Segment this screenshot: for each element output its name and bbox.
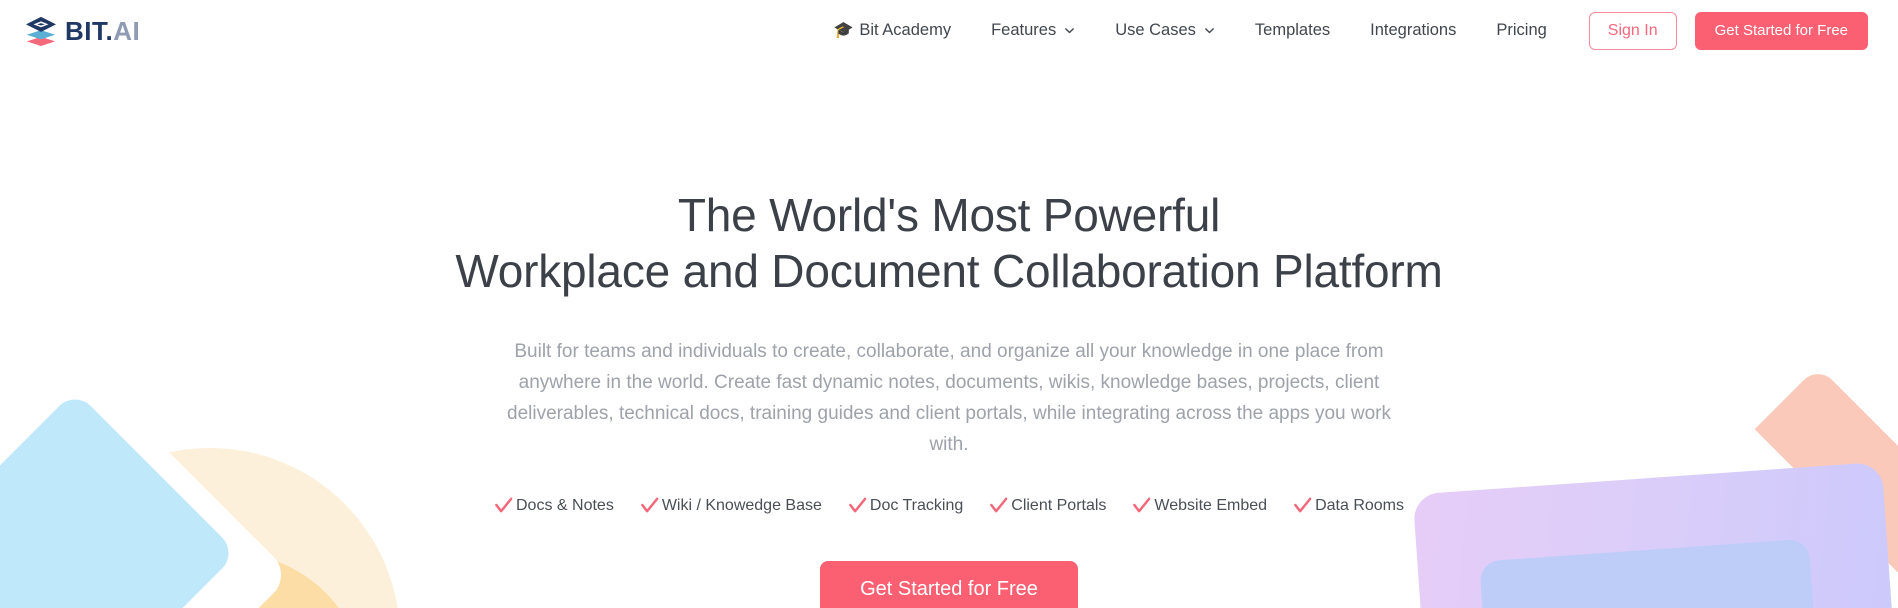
feature-label: Client Portals	[1011, 496, 1107, 514]
chevron-down-icon	[1204, 25, 1215, 36]
feature-item-docs-notes: Docs & Notes	[494, 496, 614, 515]
feature-item-website-embed: Website Embed	[1132, 496, 1267, 515]
check-icon	[849, 497, 867, 513]
feature-item-client-portals: Client Portals	[989, 496, 1106, 515]
nav-item-features[interactable]: Features	[971, 13, 1095, 48]
chevron-down-icon	[1064, 25, 1075, 36]
brand-text-ai: AI	[113, 15, 141, 46]
brand-text-bit: BIT	[65, 15, 106, 46]
feature-label: Doc Tracking	[869, 496, 964, 514]
feature-item-doc-tracking: Doc Tracking	[848, 496, 963, 515]
feature-label: Wiki / Knowedge Base	[661, 496, 822, 514]
feature-label: Docs & Notes	[516, 496, 614, 514]
check-icon	[990, 497, 1008, 513]
feature-item-wiki-knowledge-base: Wiki / Knowedge Base	[640, 496, 822, 515]
hero-heading-line-2: Workplace and Document Collaboration Pla…	[455, 245, 1443, 298]
hero-section: The World's Most Powerful Workplace and …	[0, 61, 1898, 608]
check-icon	[1294, 497, 1312, 513]
feature-checklist: Docs & Notes Wiki / Knowedge Base Doc Tr…	[0, 496, 1898, 515]
nav-item-templates[interactable]: Templates	[1235, 13, 1350, 48]
hero-subheading: Built for teams and individuals to creat…	[507, 341, 1391, 455]
nav-label-features: Features	[991, 21, 1057, 39]
brand-logo-link[interactable]: BIT.AI	[24, 16, 140, 46]
check-icon	[495, 497, 513, 513]
header-get-started-button[interactable]: Get Started for Free	[1694, 11, 1868, 50]
check-icon	[640, 497, 659, 513]
graduation-cap-icon: 🎓	[833, 21, 854, 39]
feature-label: Website Embed	[1154, 496, 1268, 514]
nav-item-pricing[interactable]: Pricing	[1476, 13, 1566, 48]
hero-get-started-button[interactable]: Get Started for Free	[820, 561, 1078, 608]
nav-label-templates: Templates	[1254, 21, 1331, 39]
nav-item-use-cases[interactable]: Use Cases	[1095, 13, 1235, 48]
nav-item-bit-academy[interactable]: 🎓 Bit Academy	[813, 13, 971, 48]
hero-cta-container: Get Started for Free	[0, 561, 1898, 608]
site-header: BIT.AI 🎓 Bit Academy Features Use Cases	[0, 0, 1898, 61]
feature-label: Data Rooms	[1315, 496, 1404, 514]
bit-stacked-diamond-logo-icon	[26, 16, 56, 46]
nav-item-integrations[interactable]: Integrations	[1350, 13, 1476, 48]
sign-in-button[interactable]: Sign In	[1588, 11, 1677, 50]
nav-label-integrations: Integrations	[1370, 21, 1457, 39]
check-icon	[1133, 497, 1151, 513]
main-navigation: 🎓 Bit Academy Features Use Cases Templat…	[813, 11, 1868, 50]
page-root: BIT.AI 🎓 Bit Academy Features Use Cases	[0, 0, 1898, 608]
feature-item-data-rooms: Data Rooms	[1293, 496, 1404, 515]
nav-label-pricing: Pricing	[1496, 21, 1547, 39]
hero-heading-line-1: The World's Most Powerful	[677, 189, 1221, 241]
brand-wordmark: BIT.AI	[65, 18, 140, 44]
nav-label-use-cases: Use Cases	[1115, 21, 1196, 39]
nav-label-bit-academy: Bit Academy	[859, 21, 952, 39]
page-title: The World's Most Powerful Workplace and …	[0, 187, 1898, 299]
